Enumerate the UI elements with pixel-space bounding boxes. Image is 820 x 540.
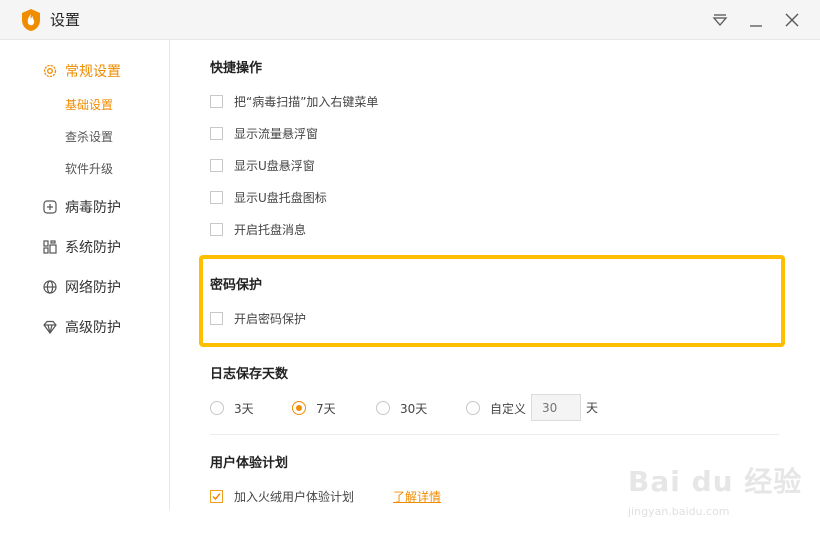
sidebar-item-label: 常规设置 (65, 64, 121, 80)
option-label: 开启密码保护 (234, 311, 307, 326)
minimize-icon (750, 25, 762, 27)
highlight-frame (199, 255, 785, 347)
menu-dropdown-button[interactable] (709, 9, 731, 31)
watermark-url: jingyan.baidu.com (628, 505, 730, 518)
option-password-protect[interactable]: 开启密码保护 (210, 310, 306, 326)
section-title-quick-ops: 快捷操作 (210, 61, 263, 76)
radio-button[interactable] (210, 401, 224, 415)
learn-more-link[interactable]: 了解详情 (393, 488, 441, 505)
gear-icon (42, 63, 58, 79)
section-title-log-days: 日志保存天数 (210, 367, 289, 382)
radio-button[interactable] (376, 401, 390, 415)
checkbox[interactable] (210, 222, 223, 236)
checkbox[interactable] (210, 489, 223, 503)
sidebar-item-label: 病毒防护 (65, 200, 121, 216)
option-label: 显示U盘悬浮窗 (234, 158, 315, 173)
sidebar-item-label: 系统防护 (65, 240, 121, 256)
diamond-icon (42, 319, 58, 335)
radio-button[interactable] (466, 401, 480, 415)
option-context-menu-scan[interactable]: 把“病毒扫描”加入右键菜单 (210, 93, 378, 109)
title-bar: 设置 (0, 0, 820, 40)
checkbox[interactable] (210, 158, 223, 172)
close-button[interactable] (781, 9, 803, 31)
close-icon (785, 13, 799, 27)
radio-label: 30天 (400, 401, 428, 416)
days-unit-label: 天 (586, 401, 599, 415)
sidebar-sub-basic[interactable]: 基础设置 (65, 97, 113, 113)
sidebar-item-advanced[interactable]: 高级防护 (42, 316, 121, 338)
radio-3-days[interactable]: 3天 (210, 398, 254, 418)
radio-button[interactable] (292, 401, 306, 415)
option-usb-tray-icon[interactable]: 显示U盘托盘图标 (210, 189, 327, 205)
option-label: 把“病毒扫描”加入右键菜单 (234, 94, 379, 109)
option-tray-messages[interactable]: 开启托盘消息 (210, 221, 306, 237)
option-label: 加入火绒用户体验计划 (234, 489, 355, 504)
custom-days-input[interactable] (531, 394, 581, 421)
radio-label: 3天 (234, 401, 254, 416)
radio-label: 7天 (316, 401, 336, 416)
sidebar-item-general[interactable]: 常规设置 (42, 60, 121, 82)
option-traffic-float[interactable]: 显示流量悬浮窗 (210, 125, 318, 141)
sidebar-sub-scan[interactable]: 查杀设置 (65, 129, 113, 145)
sidebar: 常规设置 基础设置 查杀设置 软件升级 病毒防护 系统防护 网络防护 高级防护 (0, 40, 170, 510)
minimize-button[interactable] (745, 9, 767, 31)
option-usb-float[interactable]: 显示U盘悬浮窗 (210, 157, 315, 173)
window-title: 设置 (50, 11, 81, 29)
watermark-logo: Bai du 经验 (628, 465, 803, 498)
sidebar-item-label: 网络防护 (65, 280, 121, 296)
grid-icon (42, 239, 58, 255)
section-title-password: 密码保护 (210, 278, 263, 293)
shield-logo-icon (20, 8, 42, 32)
radio-7-days[interactable]: 7天 (292, 398, 336, 418)
option-label: 开启托盘消息 (234, 222, 307, 237)
sidebar-item-network[interactable]: 网络防护 (42, 276, 121, 298)
plus-square-icon (42, 199, 58, 215)
globe-icon (42, 279, 58, 295)
section-title-ux-plan: 用户体验计划 (210, 456, 289, 471)
sidebar-sub-upgrade[interactable]: 软件升级 (65, 161, 113, 177)
option-label: 显示流量悬浮窗 (234, 126, 319, 141)
option-label: 显示U盘托盘图标 (234, 190, 327, 205)
radio-label: 自定义 (490, 401, 527, 416)
radio-custom[interactable]: 自定义 (466, 398, 526, 418)
checkbox[interactable] (210, 311, 223, 325)
sidebar-item-system[interactable]: 系统防护 (42, 236, 121, 258)
dropdown-triangle-icon (712, 14, 728, 26)
checkbox[interactable] (210, 94, 223, 108)
sidebar-item-virus[interactable]: 病毒防护 (42, 196, 121, 218)
option-join-ux-plan[interactable]: 加入火绒用户体验计划 (210, 488, 354, 504)
checkbox[interactable] (210, 126, 223, 140)
checkbox[interactable] (210, 190, 223, 204)
divider (210, 434, 779, 435)
radio-30-days[interactable]: 30天 (376, 398, 427, 418)
sidebar-item-label: 高级防护 (65, 320, 121, 336)
checkmark-icon (212, 492, 221, 500)
